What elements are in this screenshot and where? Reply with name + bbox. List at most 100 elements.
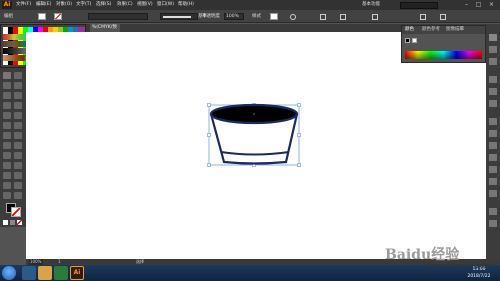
gradient-tool-icon[interactable]	[14, 152, 22, 159]
menu-bar: Ai 文件(F) 编辑(E) 对象(O) 文字(T) 选择(S) 效果(C) 视…	[0, 0, 500, 10]
start-button[interactable]	[2, 266, 16, 280]
menu-view[interactable]: 视图(V)	[137, 1, 153, 9]
lasso-tool-icon[interactable]	[14, 82, 22, 89]
app-logo: Ai	[2, 1, 12, 9]
close-icon[interactable]: ×	[487, 1, 496, 9]
transform-panel-icon[interactable]	[489, 142, 497, 149]
illustrator-taskbar-icon[interactable]: Ai	[70, 266, 84, 280]
menu-edit[interactable]: 编辑(E)	[36, 1, 51, 9]
arrange-icon[interactable]	[420, 14, 426, 20]
type-tool-icon[interactable]	[14, 92, 22, 99]
app-taskbar-icon[interactable]	[54, 266, 68, 280]
menu-file[interactable]: 文件(F)	[16, 1, 31, 9]
rotate-tool-icon[interactable]	[3, 122, 11, 129]
pathfinder-icon[interactable]	[489, 154, 497, 161]
direct-selection-tool-icon[interactable]	[14, 72, 22, 79]
stroke-preview-line	[163, 16, 191, 18]
menu-select[interactable]: 选择(S)	[96, 1, 111, 9]
panel-menu-icon[interactable]	[440, 14, 446, 20]
handle-bottom-right	[297, 163, 301, 167]
hand-tool-icon[interactable]	[3, 192, 11, 199]
eyedropper-tool-icon[interactable]	[3, 162, 11, 169]
none-mode-icon[interactable]	[17, 220, 22, 225]
graphic-styles-icon[interactable]	[489, 100, 497, 107]
isolate-icon[interactable]	[372, 14, 378, 20]
stroke-panel-icon[interactable]	[489, 190, 497, 197]
scale-tool-icon[interactable]	[14, 122, 22, 129]
ie-taskbar-icon[interactable]	[22, 266, 36, 280]
align-icon[interactable]	[320, 14, 326, 20]
stroke-color-swatch[interactable]	[54, 13, 62, 20]
selection-label: 编组	[4, 14, 13, 19]
align-panel-icon[interactable]	[489, 130, 497, 137]
rectangle-tool-icon[interactable]	[14, 102, 22, 109]
shape-builder-tool-icon[interactable]	[3, 142, 11, 149]
slice-tool-icon[interactable]	[14, 182, 22, 189]
symbols-icon[interactable]	[489, 88, 497, 95]
libraries-icon[interactable]	[489, 58, 497, 65]
perspective-tool-icon[interactable]	[14, 142, 22, 149]
line-tool-icon[interactable]	[3, 102, 11, 109]
bucket-artwork[interactable]	[206, 102, 306, 202]
menu-window[interactable]: 窗口(W)	[157, 1, 174, 9]
handle-middle-right	[297, 133, 301, 137]
search-input[interactable]	[400, 1, 438, 9]
color-mode-icon[interactable]	[3, 220, 8, 225]
opacity-input[interactable]: 100%	[224, 13, 244, 20]
transform-icon[interactable]	[340, 14, 346, 20]
menu-object[interactable]: 对象(O)	[56, 1, 72, 9]
minimize-icon[interactable]: –	[462, 1, 471, 9]
artboard-canvas[interactable]	[26, 32, 486, 259]
properties-icon[interactable]	[489, 34, 497, 41]
stroke-color-icon[interactable]	[11, 207, 21, 217]
panel-stroke-icon[interactable]	[412, 38, 417, 43]
document-tab[interactable]: %(CMYK/预览)	[90, 24, 120, 38]
layers-icon[interactable]	[489, 46, 497, 53]
pen-tool-icon[interactable]	[3, 92, 11, 99]
pencil-tool-icon[interactable]	[14, 112, 22, 119]
magic-wand-tool-icon[interactable]	[3, 82, 11, 89]
blend-tool-icon[interactable]	[14, 162, 22, 169]
asset-export-icon[interactable]	[489, 208, 497, 215]
width-tool-icon[interactable]	[3, 132, 11, 139]
fill-color-swatch[interactable]	[38, 13, 46, 20]
graph-tool-icon[interactable]	[14, 172, 22, 179]
maximize-icon[interactable]: □	[474, 1, 483, 9]
menu-help[interactable]: 帮助(H)	[178, 1, 194, 9]
handle-top-right	[297, 103, 301, 107]
tab-image-trace[interactable]: 图像描摹	[446, 26, 464, 34]
panel-dock	[486, 24, 500, 259]
zoom-tool-icon[interactable]	[14, 192, 22, 199]
handle-middle-left	[207, 133, 211, 137]
recolor-icon[interactable]	[290, 14, 296, 20]
artboards-panel-icon[interactable]	[489, 220, 497, 227]
style-label: 样式	[252, 14, 261, 19]
panel-fill-icon[interactable]	[405, 38, 410, 43]
menu-effect[interactable]: 效果(C)	[117, 1, 133, 9]
menu-type[interactable]: 文字(T)	[76, 1, 91, 9]
artboard-tool-icon[interactable]	[3, 182, 11, 189]
handle-top-left	[207, 103, 211, 107]
appearance-icon[interactable]	[489, 118, 497, 125]
gradient-panel-icon[interactable]	[489, 178, 497, 185]
color-panel-tabs: 颜色 颜色参考 图像描摹	[402, 26, 485, 34]
brush-tool-icon[interactable]	[3, 112, 11, 119]
selection-tool-icon[interactable]	[3, 72, 11, 79]
workspace-switcher[interactable]: 基本功能	[362, 1, 380, 9]
tab-color-guide[interactable]: 颜色参考	[422, 26, 440, 34]
opacity-label: 不透明度	[202, 14, 220, 19]
symbol-sprayer-tool-icon[interactable]	[3, 172, 11, 179]
explorer-taskbar-icon[interactable]	[38, 266, 52, 280]
tab-color[interactable]: 颜色	[405, 26, 414, 34]
watermark-url: jingyan.baidu.com	[426, 262, 491, 270]
graphic-style-swatch[interactable]	[270, 13, 278, 20]
free-transform-tool-icon[interactable]	[14, 132, 22, 139]
gradient-mode-icon[interactable]	[10, 220, 15, 225]
stroke-weight-dropdown[interactable]	[88, 13, 148, 20]
watermark-brand: Baidu经验	[385, 247, 460, 263]
color-spectrum-shade	[405, 51, 482, 59]
transparency-icon[interactable]	[489, 166, 497, 173]
brushes-icon[interactable]	[489, 76, 497, 83]
color-panel: 颜色 颜色参考 图像描摹	[401, 25, 486, 63]
mesh-tool-icon[interactable]	[3, 152, 11, 159]
